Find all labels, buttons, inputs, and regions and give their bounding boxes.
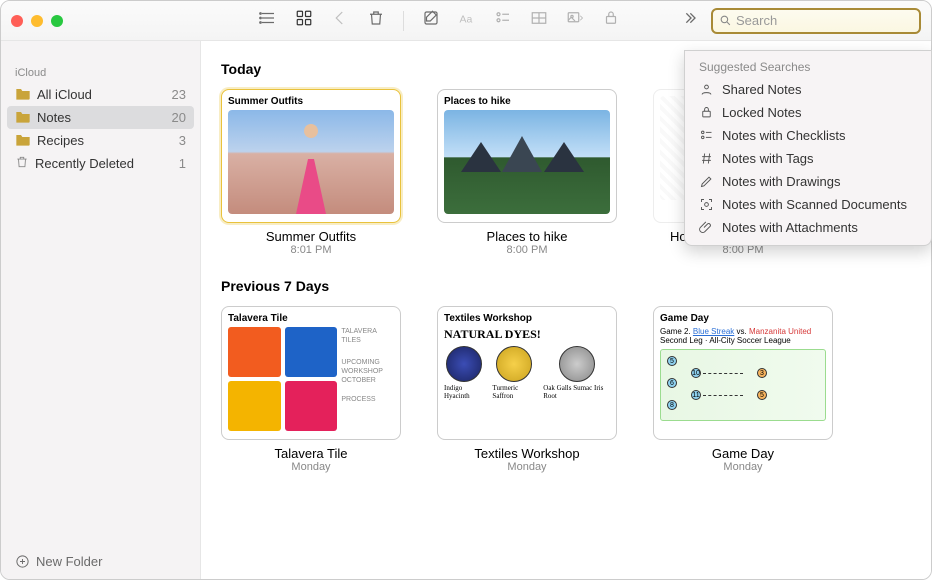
lock-button[interactable] <box>602 9 620 32</box>
sidebar: iCloud All iCloud 23 Notes 20 Recipes 3 … <box>1 41 201 579</box>
note-thumbnail-image <box>228 110 394 214</box>
note-card[interactable]: Talavera Tile TALAVERA TILESUPCOMING WOR… <box>221 306 401 473</box>
paperclip-icon <box>699 220 714 235</box>
zoom-window-button[interactable] <box>51 15 63 27</box>
shared-icon <box>699 82 714 97</box>
search-placeholder: Search <box>736 13 777 28</box>
list-view-button[interactable] <box>259 9 277 32</box>
note-card[interactable]: Summer Outfits Summer Outfits 8:01 PM <box>221 89 401 256</box>
suggestion-drawings[interactable]: Notes with Drawings <box>685 170 931 193</box>
trash-icon <box>15 155 29 172</box>
new-folder-button[interactable]: New Folder <box>1 544 200 579</box>
suggestion-attachments[interactable]: Notes with Attachments <box>685 216 931 239</box>
pencil-icon <box>699 174 714 189</box>
close-window-button[interactable] <box>11 15 23 27</box>
note-card[interactable]: Places to hike Places to hike 8:00 PM <box>437 89 617 256</box>
note-card[interactable]: Game Day Game 2. Blue Streak vs. Manzani… <box>653 306 833 473</box>
folder-icon <box>15 132 31 149</box>
new-note-button[interactable] <box>422 9 440 32</box>
table-button[interactable] <box>530 9 548 32</box>
suggestion-shared-notes[interactable]: Shared Notes <box>685 78 931 101</box>
lock-icon <box>699 105 714 120</box>
back-button[interactable] <box>331 9 349 32</box>
search-input[interactable]: Search <box>711 8 921 34</box>
sidebar-item-all-icloud[interactable]: All iCloud 23 <box>1 83 200 106</box>
gallery-view-button[interactable] <box>295 9 313 32</box>
note-card[interactable]: Textiles Workshop NATURAL DYES! Indigo H… <box>437 306 617 473</box>
search-icon <box>719 14 732 27</box>
suggestion-checklists[interactable]: Notes with Checklists <box>685 124 931 147</box>
section-title-prev7: Previous 7 Days <box>221 278 911 294</box>
sidebar-item-recently-deleted[interactable]: Recently Deleted 1 <box>1 152 200 175</box>
media-button[interactable] <box>566 9 584 32</box>
suggestion-scanned[interactable]: Notes with Scanned Documents <box>685 193 931 216</box>
popover-header: Suggested Searches <box>685 57 931 78</box>
checklist-button[interactable] <box>494 9 512 32</box>
titlebar: Aa Search <box>1 1 931 41</box>
note-thumbnail-image: Game 2. Blue Streak vs. Manzanita United… <box>660 327 826 440</box>
checklist-icon <box>699 128 714 143</box>
note-thumbnail-image: NATURAL DYES! Indigo Hyacinth Turmeric S… <box>444 327 610 440</box>
search-suggestions-popover: Suggested Searches Shared Notes Locked N… <box>684 50 932 246</box>
folder-icon <box>15 109 31 126</box>
note-thumbnail-image: TALAVERA TILESUPCOMING WORKSHOPOCTOBERPR… <box>228 327 394 431</box>
plus-circle-icon <box>15 554 30 569</box>
window-controls <box>11 15 63 27</box>
hashtag-icon <box>699 151 714 166</box>
note-thumbnail-image <box>444 110 610 214</box>
format-button[interactable]: Aa <box>458 9 476 32</box>
suggestion-tags[interactable]: Notes with Tags <box>685 147 931 170</box>
toolbar-overflow-button[interactable] <box>681 10 697 31</box>
minimize-window-button[interactable] <box>31 15 43 27</box>
svg-text:Aa: Aa <box>460 14 473 26</box>
sidebar-section-header: iCloud <box>1 41 200 83</box>
delete-button[interactable] <box>367 9 385 32</box>
scan-icon <box>699 197 714 212</box>
sidebar-item-recipes[interactable]: Recipes 3 <box>1 129 200 152</box>
sidebar-item-notes[interactable]: Notes 20 <box>7 106 194 129</box>
suggestion-locked-notes[interactable]: Locked Notes <box>685 101 931 124</box>
folder-icon <box>15 86 31 103</box>
